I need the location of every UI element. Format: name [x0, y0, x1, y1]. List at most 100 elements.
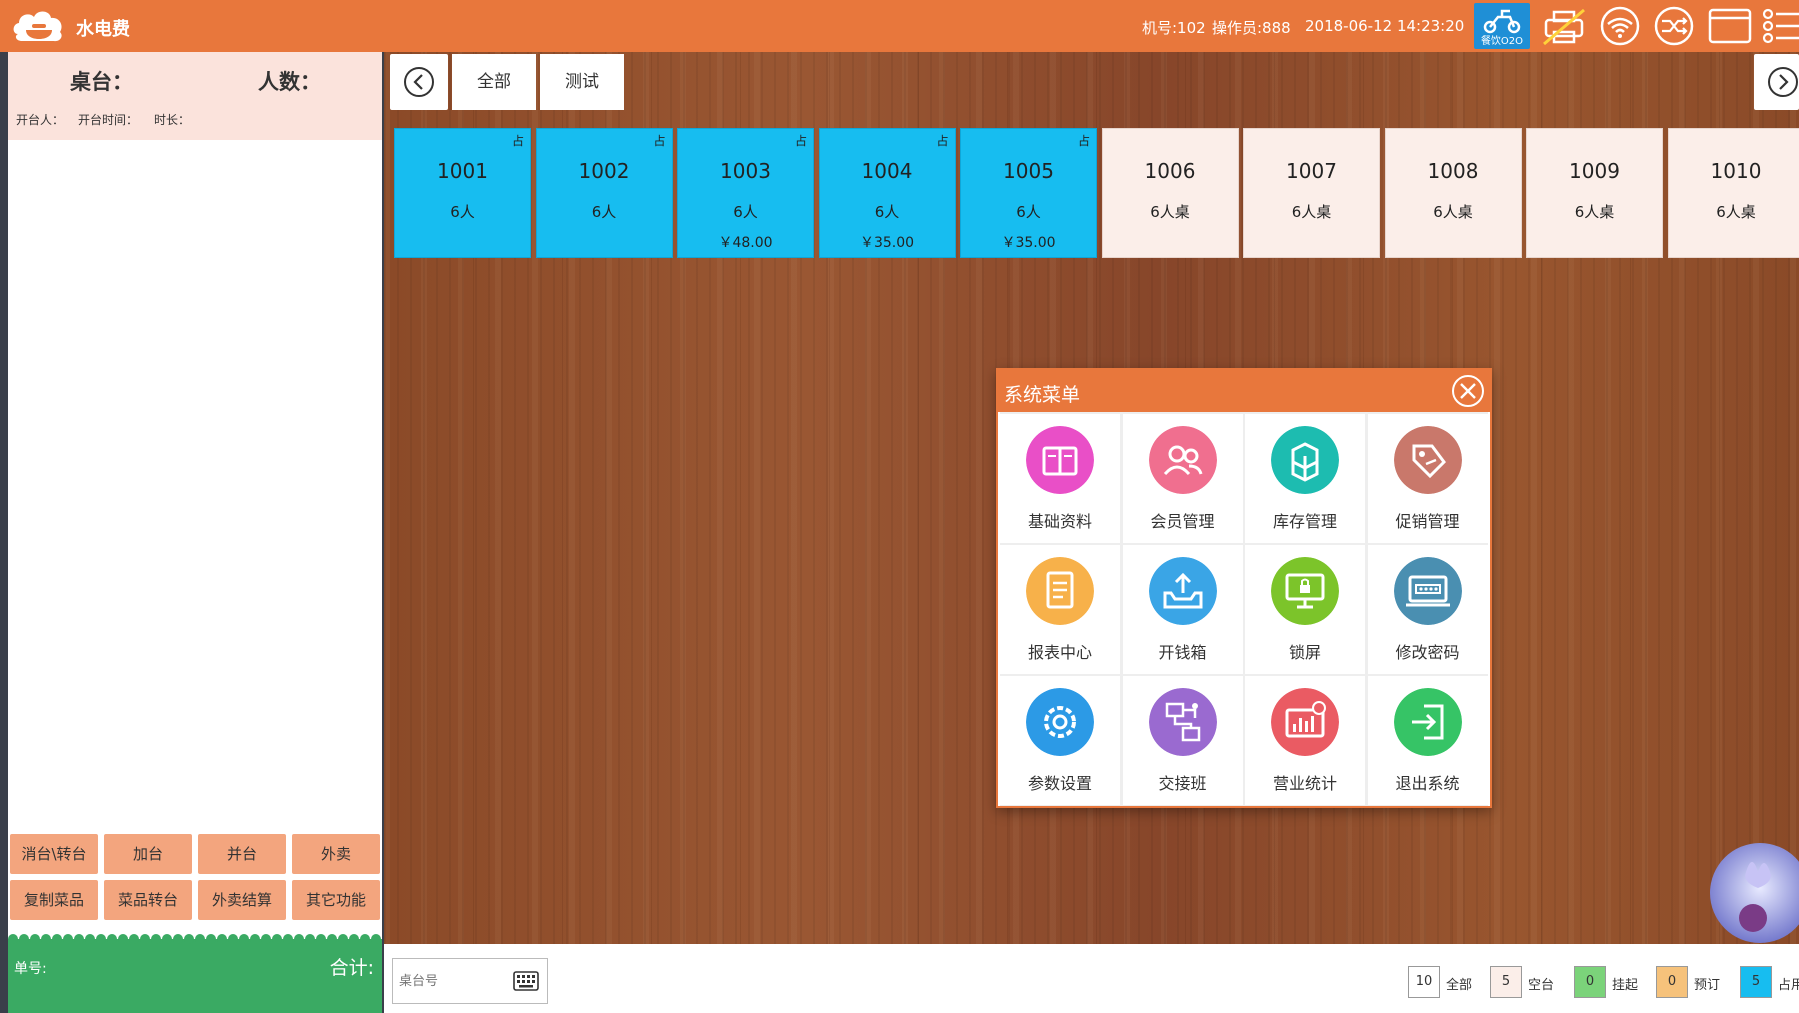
table-number: 1001 — [437, 159, 488, 183]
system-menu-grid: 基础资料 会员管理 库存管理 促销管理报表中心 开钱箱 锁屏 修改密码参数设置 交接班 营业统计… — [1000, 412, 1488, 806]
floating-assistant-icon[interactable] — [1708, 842, 1799, 944]
takeout-button[interactable]: 外卖 — [292, 834, 380, 874]
table-capacity: 6人桌 — [1291, 203, 1332, 221]
book-icon — [1026, 426, 1094, 494]
system-menu-item-label: 锁屏 — [1288, 643, 1321, 662]
chevron-left-icon — [404, 67, 434, 97]
duration-label: 时长： — [154, 113, 191, 127]
system-menu-item[interactable]: 营业统计 — [1245, 676, 1365, 805]
occupied-badge: 占 — [794, 134, 807, 148]
legend-count[interactable]: 0 — [1656, 966, 1688, 998]
total-label: 合计: — [329, 957, 374, 979]
opener-label: 开台人： — [16, 113, 65, 127]
system-menu-item[interactable]: 参数设置 — [1000, 676, 1120, 805]
system-menu-item-label: 开钱箱 — [1158, 643, 1207, 662]
system-menu-item[interactable]: 报表中心 — [1000, 545, 1120, 674]
dish-transfer-button[interactable]: 菜品转台 — [104, 880, 192, 920]
tab-test[interactable]: 测试 — [540, 54, 624, 110]
table-capacity: 6人桌 — [1574, 203, 1615, 221]
legend-label[interactable]: 全部 — [1446, 974, 1472, 993]
system-menu-dialog: 系统菜单 基础资料 会员管理 库存管理 促销管理 报表中心 开钱箱 锁屏 修改密码 参数设置 交接… — [996, 368, 1492, 808]
system-menu-item-label: 交接班 — [1158, 774, 1207, 793]
table-card[interactable]: 占 1001 6人 — [394, 128, 531, 258]
legend-count[interactable]: 5 — [1740, 966, 1772, 998]
chart-icon — [1271, 688, 1339, 756]
system-menu-item[interactable]: 修改密码 — [1367, 545, 1488, 674]
wifi-icon[interactable] — [1596, 6, 1644, 46]
legend-count[interactable]: 10 — [1408, 966, 1440, 998]
table-capacity: 6人 — [733, 203, 758, 221]
close-icon[interactable] — [1450, 373, 1486, 409]
table-capacity: 6人 — [450, 203, 475, 221]
table-card[interactable]: 1010 6人桌 — [1667, 128, 1799, 258]
o2o-label: 餐饮O2O — [1480, 36, 1524, 47]
system-menu-item[interactable]: 会员管理 — [1122, 414, 1243, 543]
other-functions-button[interactable]: 其它功能 — [292, 880, 380, 920]
boxes-icon — [1271, 426, 1339, 494]
system-menu-item-label: 营业统计 — [1272, 774, 1337, 793]
tab-all[interactable]: 全部 — [452, 54, 536, 110]
table-amount: ￥35.00 — [1001, 235, 1056, 251]
menu-list-icon[interactable] — [1760, 6, 1799, 46]
window-icon[interactable] — [1706, 6, 1754, 46]
legend-label[interactable]: 占用 — [1778, 974, 1799, 993]
system-menu-item[interactable]: 基础资料 — [1000, 414, 1120, 543]
add-table-button[interactable]: 加台 — [104, 834, 192, 874]
table-card[interactable]: 占 1002 6人 — [535, 128, 673, 258]
prev-page-button[interactable] — [390, 54, 448, 110]
o2o-button[interactable]: 餐饮O2O — [1474, 3, 1530, 49]
lock-screen-icon — [1271, 557, 1339, 625]
system-menu-item-label: 库存管理 — [1272, 512, 1337, 531]
copy-dishes-button[interactable]: 复制菜品 — [10, 880, 98, 920]
clear-transfer-table-button[interactable]: 消台\转台 — [10, 834, 98, 874]
system-menu-item[interactable]: 交接班 — [1122, 676, 1243, 805]
table-number: 1008 — [1427, 159, 1479, 183]
order-header: 桌台： 人数： 开台人： 开台时间： 时长： — [8, 52, 382, 140]
table-card[interactable]: 占 1004 6人 ￥35.00 — [818, 128, 956, 258]
cashbox-icon — [1148, 557, 1217, 625]
system-menu-item-label: 会员管理 — [1150, 512, 1215, 531]
occupied-badge: 占 — [653, 134, 666, 148]
network-icon — [1148, 688, 1217, 756]
machine-number: 机号:102 — [1142, 19, 1206, 37]
table-label: 桌台： — [70, 70, 133, 94]
open-time-label: 开台时间： — [78, 113, 139, 127]
table-amount: ￥48.00 — [718, 235, 773, 251]
merge-table-button[interactable]: 并台 — [198, 834, 286, 874]
table-number: 1009 — [1569, 159, 1620, 183]
system-menu-item[interactable]: 促销管理 — [1367, 414, 1488, 543]
table-card[interactable]: 占 1005 6人 ￥35.00 — [960, 128, 1097, 258]
order-number-label: 单号: — [14, 961, 47, 977]
system-menu-item[interactable]: 库存管理 — [1245, 414, 1365, 543]
table-capacity: 6人 — [1016, 203, 1041, 221]
legend-label[interactable]: 挂起 — [1612, 974, 1638, 993]
system-menu-item[interactable]: 锁屏 — [1245, 545, 1365, 674]
legend-count[interactable]: 0 — [1574, 966, 1606, 998]
table-card[interactable]: 1009 6人桌 — [1526, 128, 1663, 258]
system-menu-item-label: 修改密码 — [1395, 643, 1460, 662]
table-number: 1005 — [1003, 159, 1054, 183]
app-logo-icon — [13, 11, 62, 42]
next-page-button[interactable] — [1754, 54, 1799, 110]
printer-icon[interactable] — [1540, 6, 1588, 46]
system-menu-item[interactable]: 退出系统 — [1367, 676, 1488, 805]
current-datetime: 2018-06-12 14:23:20 — [1305, 17, 1465, 35]
legend-label[interactable]: 空台 — [1528, 974, 1554, 993]
table-number: 1007 — [1286, 159, 1337, 183]
keyboard-icon[interactable] — [513, 971, 539, 991]
table-card[interactable]: 1008 6人桌 — [1384, 128, 1522, 258]
table-card[interactable]: 占 1003 6人 ￥48.00 — [677, 128, 814, 258]
table-number-input[interactable] — [399, 969, 509, 993]
table-card[interactable]: 1007 6人桌 — [1243, 128, 1380, 258]
password-icon — [1393, 557, 1462, 625]
shuffle-icon[interactable] — [1650, 6, 1698, 46]
system-menu-item-label: 参数设置 — [1027, 774, 1092, 793]
legend-count[interactable]: 5 — [1490, 966, 1522, 998]
table-card[interactable]: 1006 6人桌 — [1101, 128, 1239, 258]
takeout-checkout-button[interactable]: 外卖结算 — [198, 880, 286, 920]
table-capacity: 6人 — [591, 203, 617, 221]
legend-label[interactable]: 预订 — [1694, 974, 1720, 993]
system-menu-item-label: 报表中心 — [1027, 643, 1092, 662]
system-menu-item[interactable]: 开钱箱 — [1122, 545, 1243, 674]
table-floor: 全部 测试 占 1001 6人 占 1002 6人 占 1003 6人 ￥48.00 占 1004 6人… — [384, 52, 1799, 944]
